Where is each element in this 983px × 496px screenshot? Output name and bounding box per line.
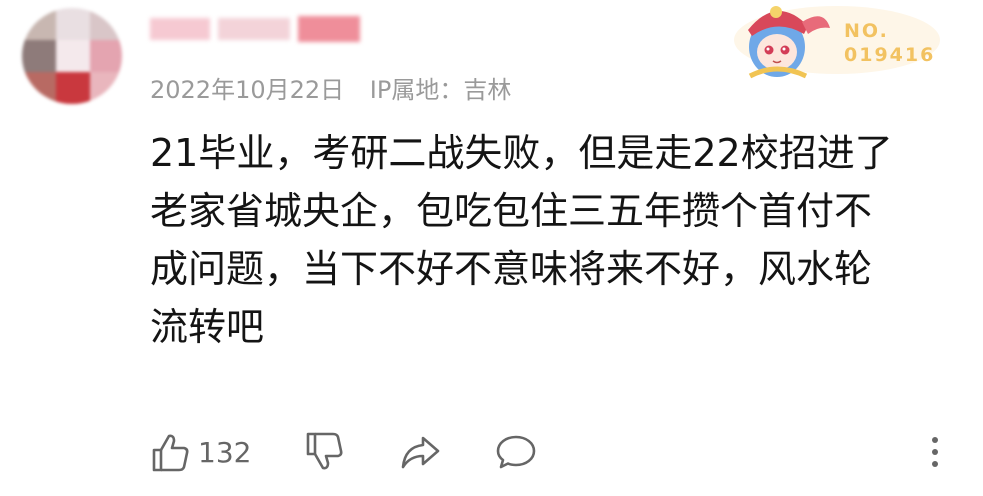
- fan-badge-character-icon: [734, 6, 940, 79]
- badge-number: 019416: [844, 44, 936, 66]
- more-icon: [932, 437, 938, 467]
- like-count: 132: [198, 435, 252, 469]
- like-button[interactable]: 132: [148, 430, 251, 474]
- reply-button[interactable]: [494, 430, 538, 474]
- comment-line: 成问题，当下不好不意味将来不好，风水轮: [150, 247, 873, 291]
- comment-line: 老家省城央企，包吃包住三五年攒个首付不: [150, 189, 873, 233]
- thumbs-down-icon: [306, 432, 343, 470]
- ip-location: IP属地：吉林: [369, 76, 512, 104]
- comment-meta: 2022年10月22日 IP属地：吉林: [150, 70, 511, 105]
- dislike-button[interactable]: [302, 430, 346, 474]
- comment-line: 流转吧: [150, 305, 265, 349]
- avatar[interactable]: [22, 8, 122, 104]
- comment-text: 21毕业，考研二战失败，但是走22校招进了 老家省城央企，包吃包住三五年攒个首付…: [150, 124, 940, 356]
- comment-date: 2022年10月22日: [150, 76, 345, 104]
- username-pixelated[interactable]: [150, 14, 360, 44]
- thumbs-up-icon: [152, 434, 189, 472]
- more-button[interactable]: [928, 430, 942, 474]
- comment-line: 21毕业，考研二战失败，但是走22校招进了: [150, 131, 893, 175]
- share-button[interactable]: [398, 430, 442, 474]
- reply-icon: [496, 435, 536, 469]
- badge-prefix: NO.: [844, 20, 889, 42]
- share-icon: [401, 436, 440, 469]
- action-bar: 132: [148, 430, 948, 480]
